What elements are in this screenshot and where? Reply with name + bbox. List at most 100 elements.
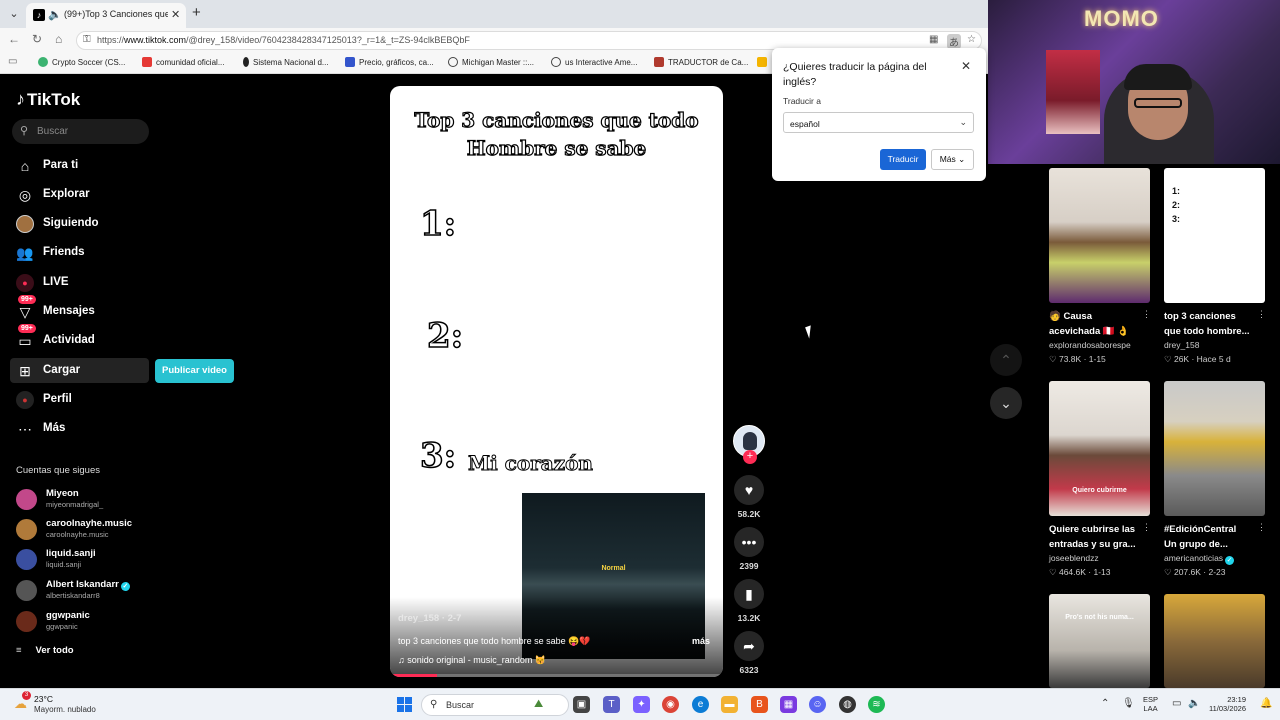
tab-close-icon[interactable]: ✕ [171, 8, 180, 21]
nav-para-ti[interactable]: ⌂ Para ti [16, 155, 146, 177]
reading-list-icon[interactable]: ▭ [8, 56, 17, 67]
video-thumbnail: Quiero cubrirme [1049, 381, 1150, 516]
video-player[interactable]: Top 3 canciones que todo Hombre se sabe 1… [390, 86, 723, 677]
more-options-icon[interactable]: ⋮ [1142, 522, 1151, 533]
save-button[interactable]: ▮ 13.2K [733, 579, 765, 623]
chevron-down-icon: ⌄ [1000, 395, 1012, 411]
activity-badge: 99+ [18, 324, 36, 333]
favorite-star-icon[interactable]: ☆ [967, 34, 976, 45]
tray-overflow-chevron-icon[interactable]: ⌃ [1101, 698, 1109, 709]
nav-friends[interactable]: 👥 Friends [16, 242, 146, 264]
chevron-down-icon: ⌄ [959, 117, 967, 127]
translate-question: ¿Quieres traducir la página del inglés? [783, 61, 927, 88]
followed-account[interactable]: Albert Iskandarr ✓ albertiskandarr8 [16, 578, 156, 604]
recommended-author: joseeblendzz [1049, 553, 1099, 563]
translate-button[interactable]: Traducir [880, 149, 926, 170]
video-music[interactable]: ♫ sonido original - music_random 😽 [398, 655, 546, 666]
nav-perfil[interactable]: ● Perfil [16, 389, 146, 411]
bookmark-item[interactable]: comunidad oficial... [142, 57, 224, 67]
following-section-title: Cuentas que sigues [16, 465, 100, 476]
speaker-icon[interactable]: 🔈 [48, 8, 62, 21]
nav-actividad[interactable]: ▭ 99+ Actividad [16, 324, 146, 352]
friends-icon: 👥 [16, 245, 34, 261]
chrome-icon[interactable]: ◉ [662, 696, 679, 713]
nav-mas[interactable]: ⋯ Más [16, 418, 146, 440]
network-icon[interactable]: ▭ [1172, 698, 1181, 709]
bookmark-item[interactable] [757, 57, 771, 67]
edge-icon[interactable]: e [692, 696, 709, 713]
see-all-link[interactable]: ≡ Ver todo [16, 645, 74, 656]
creator-avatar[interactable]: + [733, 425, 765, 464]
file-explorer-icon[interactable]: ▬ [721, 696, 738, 713]
description-more-link[interactable]: más [692, 636, 710, 646]
followed-account[interactable]: Miyeon miyeonmadrigal_ [16, 487, 156, 513]
video-author[interactable]: drey_158 · 2-7 [398, 613, 461, 624]
copilot-icon[interactable]: ✦ [633, 696, 650, 713]
account-handle: caroolnayhe.music [46, 530, 109, 539]
bookmark-item[interactable]: Sistema Nacional d... [243, 57, 329, 67]
recommended-author: americanoticias ✓ [1164, 553, 1235, 565]
followed-account[interactable]: ggwpanic ggwpanic [16, 609, 156, 635]
bookmark-item[interactable]: Precio, gráficos, ca... [345, 57, 434, 67]
back-arrow-icon[interactable]: ← [8, 32, 20, 46]
microphone-icon[interactable]: 🎙 [1122, 698, 1135, 709]
browser-tab-active[interactable]: ♪ 🔈 (99+)Top 3 Canciones que To ✕ [26, 3, 186, 28]
obs-icon[interactable]: ◍ [839, 696, 856, 713]
translate-icon[interactable]: あ [947, 34, 961, 49]
comment-button[interactable]: ••• 2399 [733, 527, 765, 571]
taskbar-search-input[interactable]: ⚲ Buscar ⛰ [421, 694, 569, 716]
nav-label: Friends [43, 246, 85, 258]
windows-start-icon[interactable] [397, 697, 412, 712]
close-icon[interactable]: ✕ [961, 59, 971, 73]
more-options-icon[interactable]: ⋮ [1257, 309, 1266, 320]
nav-cargar[interactable]: ⊞ Cargar [10, 358, 149, 383]
followed-account[interactable]: caroolnayhe.music caroolnayhe.music [16, 517, 156, 543]
followed-account[interactable]: liquid.sanji liquid.sanji [16, 547, 156, 573]
tiktok-favicon-icon: ♪ [33, 9, 45, 21]
share-button[interactable]: ➦ 6323 [733, 631, 765, 675]
nav-mensajes[interactable]: ▽ 99+ Mensajes [16, 295, 146, 323]
bookmark-item[interactable]: Crypto Soccer (CS... [38, 57, 125, 67]
nav-siguiendo[interactable]: Siguiendo [16, 213, 146, 235]
nav-live[interactable]: ● LIVE [16, 272, 146, 294]
like-button[interactable]: ♥ 58.2K [733, 475, 765, 519]
bookmark-favicon-icon [38, 57, 48, 67]
previous-video-button[interactable]: ⌃ [990, 344, 1022, 376]
bookmark-item[interactable]: us Interactive Ame... [551, 57, 637, 67]
notifications-bell-icon[interactable]: 🔔 [1260, 698, 1272, 709]
discord-icon[interactable]: ☺ [809, 696, 826, 713]
follow-plus-icon[interactable]: + [743, 450, 757, 464]
avatar [16, 580, 37, 601]
site-info-icon[interactable]: ⚿ [83, 34, 91, 45]
new-tab-plus-icon[interactable]: + [192, 4, 201, 21]
next-video-button[interactable]: ⌄ [990, 387, 1022, 419]
more-options-button[interactable]: Más ⌄ [931, 149, 974, 170]
tab-list-chevron-icon[interactable]: ⌄ [4, 4, 24, 24]
language-select[interactable]: español ⌄ [783, 112, 974, 133]
brave-icon[interactable]: B [751, 696, 768, 713]
volume-icon[interactable]: 🔈 [1188, 698, 1200, 709]
video-progress-bar[interactable] [390, 674, 723, 677]
home-icon[interactable]: ⌂ [55, 32, 62, 46]
tiktok-logo[interactable]: ♪ TikTok [16, 89, 80, 110]
messages-badge: 99+ [18, 295, 36, 304]
nav-explorar[interactable]: ◎ Explorar [16, 184, 146, 206]
extensions-grid-icon[interactable]: ▦ [929, 34, 938, 45]
spotify-icon[interactable]: ≋ [868, 696, 885, 713]
more-options-icon[interactable]: ⋮ [1142, 309, 1151, 320]
account-name: caroolnayhe.music [46, 518, 133, 529]
teams-icon[interactable]: T [603, 696, 620, 713]
more-options-icon[interactable]: ⋮ [1257, 522, 1266, 533]
reload-icon[interactable]: ↻ [32, 32, 42, 46]
publish-video-button[interactable]: Publicar video [155, 359, 234, 383]
recommended-stats: ♡ 73.8K · 1-15 [1049, 354, 1106, 364]
task-view-icon[interactable]: ▣ [573, 696, 590, 713]
bookmark-item[interactable]: Michigan Master ::... [448, 57, 534, 67]
input-language[interactable]: ESP LAA [1143, 695, 1158, 713]
bookmark-item[interactable]: TRADUCTOR de Ca... [654, 57, 748, 67]
search-input[interactable]: ⚲ Buscar [12, 119, 149, 144]
app-grid-icon[interactable]: ▦ [780, 696, 797, 713]
globe-icon [448, 57, 458, 67]
system-clock[interactable]: 23:19 11/03/2026 [1204, 695, 1246, 713]
taskbar-search-placeholder: Buscar [446, 700, 475, 710]
